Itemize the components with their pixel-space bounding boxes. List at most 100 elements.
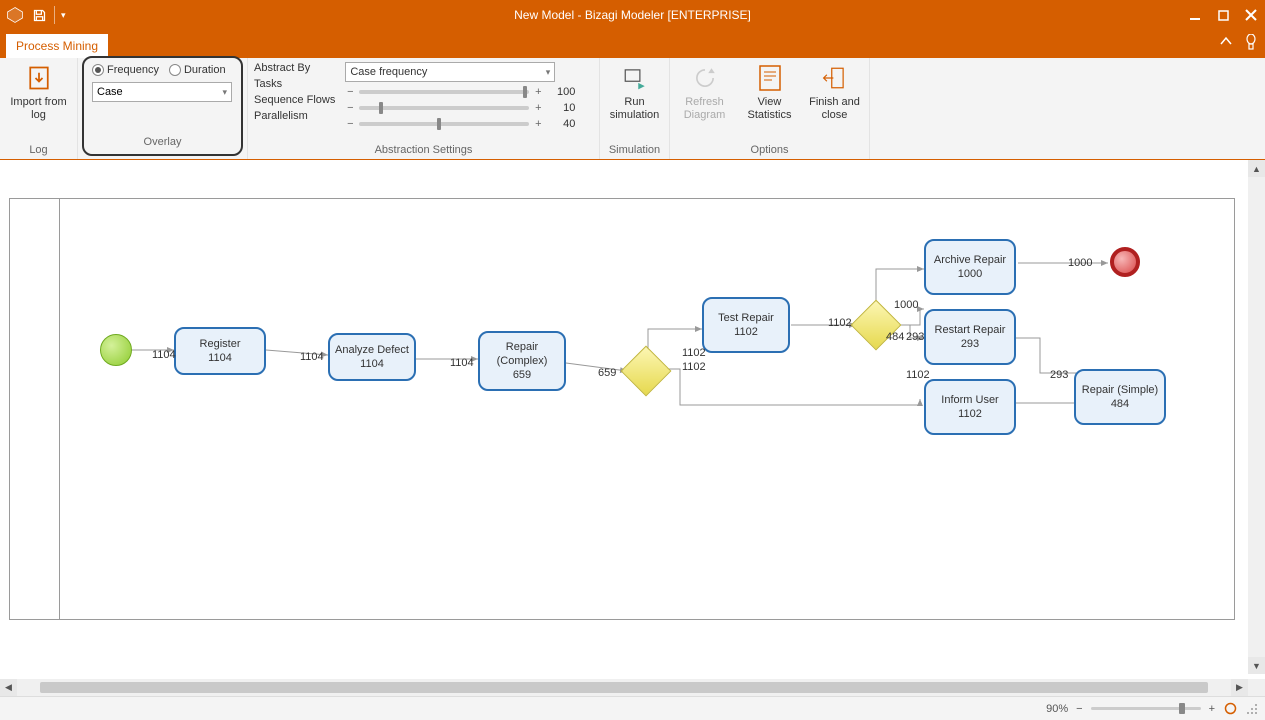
- statistics-icon: [754, 62, 786, 94]
- view-statistics-label: View Statistics: [741, 96, 798, 122]
- end-event[interactable]: [1110, 247, 1140, 277]
- abstract-by-label: Abstract By: [254, 62, 335, 74]
- task-restart-repair[interactable]: Restart Repair 293: [924, 309, 1016, 365]
- save-icon[interactable]: [30, 6, 48, 24]
- flow-label-9: 1000: [894, 299, 918, 311]
- refresh-label: Refresh Diagram: [676, 96, 733, 122]
- import-from-log-button[interactable]: Import from log: [7, 60, 71, 122]
- scroll-left-button[interactable]: ◀: [0, 679, 17, 696]
- task-archive-repair[interactable]: Archive Repair 1000: [924, 239, 1016, 295]
- flow-label-1: 1104: [152, 349, 176, 361]
- vertical-scrollbar[interactable]: ▲ ▼: [1248, 160, 1265, 674]
- seq-decrease[interactable]: −: [345, 102, 355, 114]
- start-event[interactable]: [100, 334, 132, 366]
- flow-label-5b: 1102: [682, 361, 706, 373]
- task-restart-val: 293: [961, 337, 979, 351]
- qat-dropdown-icon[interactable]: ▾: [61, 10, 66, 21]
- flow-label-6: 1102: [828, 317, 852, 329]
- import-icon: [23, 62, 55, 94]
- task-register-val: 1104: [208, 351, 232, 365]
- process-diagram[interactable]: Register 1104 Analyze Defect 1104 Repair…: [9, 198, 1235, 620]
- tasks-label: Tasks: [254, 78, 335, 90]
- scroll-corner: [1248, 679, 1265, 696]
- par-value: 40: [547, 118, 575, 130]
- scroll-right-button[interactable]: ▶: [1231, 679, 1248, 696]
- task-inform-user[interactable]: Inform User 1102: [924, 379, 1016, 435]
- task-restart-name: Restart Repair: [935, 323, 1006, 337]
- horizontal-scrollbar[interactable]: ◀ ▶: [0, 679, 1248, 696]
- task-test-repair[interactable]: Test Repair 1102: [702, 297, 790, 353]
- par-decrease[interactable]: −: [345, 118, 355, 130]
- task-repair-complex-val: 659: [513, 368, 531, 382]
- task-archive-val: 1000: [958, 267, 982, 281]
- finish-close-button[interactable]: Finish and close: [806, 60, 863, 122]
- overlay-combo[interactable]: Case: [92, 82, 232, 102]
- lane-separator: [59, 199, 60, 619]
- group-label-log: Log: [6, 144, 71, 159]
- overlay-duration-label: Duration: [184, 64, 226, 76]
- gateway-split[interactable]: [621, 346, 672, 397]
- overlay-frequency-radio[interactable]: Frequency: [92, 64, 159, 76]
- sequence-flows-slider[interactable]: [359, 106, 529, 110]
- scroll-down-button[interactable]: ▼: [1248, 657, 1265, 674]
- tasks-increase[interactable]: +: [533, 86, 543, 98]
- tasks-slider[interactable]: [359, 90, 529, 94]
- overlay-highlight-box: Frequency Duration Case Overlay: [82, 56, 243, 156]
- minimize-button[interactable]: [1181, 0, 1209, 30]
- import-label: Import from log: [7, 96, 71, 122]
- flow-label-7: 484: [886, 331, 904, 343]
- run-simulation-button[interactable]: Run simulation: [606, 60, 663, 122]
- task-test-repair-name: Test Repair: [718, 311, 774, 325]
- flow-label-10: 1000: [1068, 257, 1092, 269]
- help-icon[interactable]: [1245, 34, 1257, 55]
- run-simulation-label: Run simulation: [606, 96, 663, 122]
- view-statistics-button[interactable]: View Statistics: [741, 60, 798, 122]
- overlay-frequency-label: Frequency: [107, 64, 159, 76]
- group-label-overlay: Overlay: [92, 136, 233, 148]
- tasks-decrease[interactable]: −: [345, 86, 355, 98]
- task-repair-complex[interactable]: Repair (Complex) 659: [478, 331, 566, 391]
- run-simulation-icon: [619, 62, 651, 94]
- app-icon: [6, 6, 24, 24]
- task-repair-simple[interactable]: Repair (Simple) 484: [1074, 369, 1166, 425]
- task-register-name: Register: [200, 337, 241, 351]
- collapse-ribbon-icon[interactable]: [1219, 34, 1233, 55]
- window-title: New Model - Bizagi Modeler [ENTERPRISE]: [514, 8, 751, 22]
- abstract-by-value: Case frequency: [350, 66, 427, 78]
- par-increase[interactable]: +: [533, 118, 543, 130]
- task-repair-simple-val: 484: [1111, 397, 1129, 411]
- fit-page-icon[interactable]: [1223, 702, 1237, 716]
- zoom-in-button[interactable]: +: [1209, 703, 1215, 715]
- zoom-value: 90%: [1046, 703, 1068, 715]
- task-analyze-name: Analyze Defect: [335, 343, 409, 357]
- group-label-simulation: Simulation: [606, 144, 663, 159]
- flow-label-2: 1104: [300, 351, 324, 363]
- flow-label-4: 659: [598, 367, 616, 379]
- task-analyze-defect[interactable]: Analyze Defect 1104: [328, 333, 416, 381]
- finish-close-icon: [819, 62, 851, 94]
- task-archive-name: Archive Repair: [934, 253, 1006, 267]
- seq-increase[interactable]: +: [533, 102, 543, 114]
- scroll-up-button[interactable]: ▲: [1248, 160, 1265, 177]
- task-repair-complex-name: Repair (Complex): [484, 340, 560, 369]
- finish-close-label: Finish and close: [806, 96, 863, 122]
- resize-grip-icon: [1245, 702, 1259, 716]
- task-test-repair-val: 1102: [734, 325, 758, 339]
- close-button[interactable]: [1237, 0, 1265, 30]
- parallelism-slider[interactable]: [359, 122, 529, 126]
- task-inform-name: Inform User: [941, 393, 998, 407]
- overlay-combo-value: Case: [97, 86, 123, 98]
- tab-process-mining[interactable]: Process Mining: [6, 34, 108, 58]
- hscroll-thumb[interactable]: [40, 682, 1208, 693]
- abstract-by-combo[interactable]: Case frequency: [345, 62, 555, 82]
- task-register[interactable]: Register 1104: [174, 327, 266, 375]
- group-label-options: Options: [676, 144, 863, 159]
- zoom-slider[interactable]: [1091, 707, 1201, 710]
- group-label-abstraction: Abstraction Settings: [254, 144, 593, 159]
- overlay-duration-radio[interactable]: Duration: [169, 64, 226, 76]
- task-repair-simple-name: Repair (Simple): [1082, 383, 1158, 397]
- zoom-out-button[interactable]: −: [1076, 703, 1082, 715]
- flow-label-5a: 1102: [682, 347, 706, 359]
- maximize-button[interactable]: [1209, 0, 1237, 30]
- task-analyze-val: 1104: [360, 357, 384, 371]
